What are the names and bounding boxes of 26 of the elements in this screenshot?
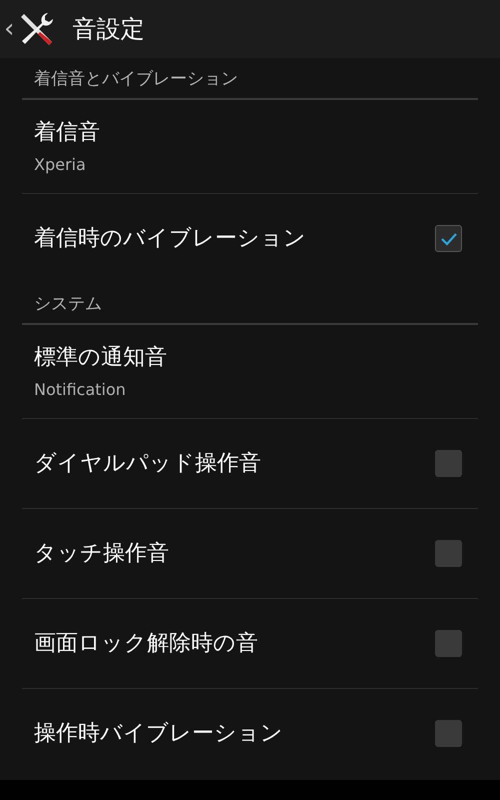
checkbox[interactable]	[435, 720, 462, 747]
section-header: システム	[34, 292, 102, 316]
settings-row[interactable]: ダイヤルパッド操作音	[22, 418, 478, 508]
settings-row[interactable]: 画面ロック解除時の音	[22, 598, 478, 688]
section-header: 着信音とバイブレーション	[34, 68, 238, 90]
settings-row[interactable]: 着信時のバイブレーション	[22, 193, 478, 283]
setting-title: 画面ロック解除時の音	[34, 630, 258, 658]
checkbox[interactable]	[435, 225, 462, 252]
checkbox[interactable]	[435, 540, 462, 567]
setting-summary: Xperia	[34, 154, 87, 176]
settings-row[interactable]: 標準の通知音 Notification	[22, 325, 478, 418]
check-icon	[440, 232, 458, 246]
settings-row[interactable]: タッチ操作音	[22, 508, 478, 598]
back-button[interactable]: ‹	[0, 0, 60, 58]
setting-title: ダイヤルパッド操作音	[34, 450, 261, 478]
setting-title: 着信音	[34, 119, 100, 147]
setting-title: タッチ操作音	[34, 540, 169, 568]
setting-summary: Notification	[34, 379, 127, 401]
settings-row[interactable]: 着信音 Xperia	[22, 100, 478, 193]
checkbox[interactable]	[435, 450, 462, 477]
setting-title: 操作時バイブレーション	[34, 720, 283, 748]
screen-title: 音設定	[72, 14, 144, 45]
checkbox[interactable]	[435, 630, 462, 657]
setting-title: 着信時のバイブレーション	[34, 225, 306, 253]
settings-row[interactable]: 操作時バイブレーション	[22, 688, 478, 778]
setting-title: 標準の通知音	[34, 344, 167, 372]
